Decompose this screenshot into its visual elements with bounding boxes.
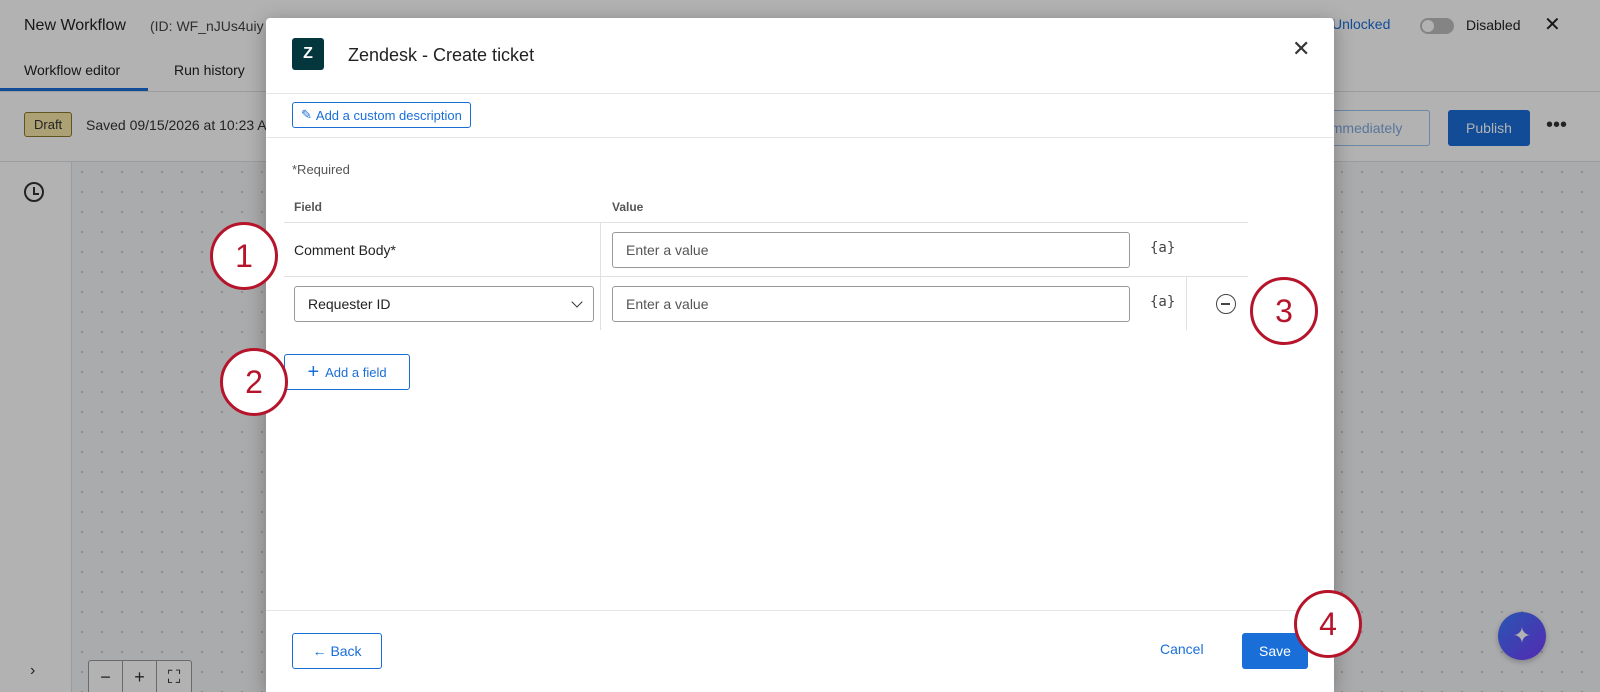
- column-divider: [1186, 276, 1187, 330]
- requester-id-value-input[interactable]: [612, 286, 1130, 322]
- table-divider: [284, 222, 1248, 223]
- add-field-label: Add a field: [325, 364, 387, 380]
- required-note: *Required: [292, 162, 350, 177]
- callout-2: 2: [220, 348, 288, 416]
- field-name-comment-body: Comment Body*: [294, 242, 396, 258]
- chevron-down-icon: [571, 296, 583, 308]
- table-divider: [284, 276, 1248, 277]
- column-header-field: Field: [294, 200, 323, 214]
- zendesk-logo-icon: Z: [292, 38, 324, 70]
- close-icon[interactable]: ✕: [1292, 38, 1310, 60]
- add-custom-description-label: Add a custom description: [315, 107, 462, 123]
- field-select-value: Requester ID: [308, 296, 391, 312]
- arrow-left-icon: ←: [312, 643, 327, 659]
- piped-text-icon[interactable]: {a}: [1150, 294, 1175, 310]
- modal-title: Zendesk - Create ticket: [348, 45, 535, 65]
- comment-body-value-input[interactable]: [612, 232, 1130, 268]
- remove-circle-icon[interactable]: [1216, 294, 1236, 314]
- callout-3: 3: [1250, 277, 1318, 345]
- callout-1: 1: [210, 222, 278, 290]
- column-divider: [600, 222, 601, 330]
- back-button[interactable]: ← Back: [292, 633, 382, 669]
- description-row: ✎ Add a custom description: [266, 94, 1334, 138]
- piped-text-icon[interactable]: {a}: [1150, 240, 1175, 256]
- modal-footer: ← Back Cancel Save: [266, 610, 1334, 692]
- zendesk-create-ticket-dialog: Z Zendesk - Create ticket ✕ ✎ Add a cust…: [266, 18, 1334, 692]
- back-label: Back: [330, 643, 362, 659]
- add-field-button[interactable]: + Add a field: [284, 354, 410, 390]
- callout-4: 4: [1294, 590, 1362, 658]
- add-custom-description-button[interactable]: ✎ Add a custom description: [292, 102, 471, 128]
- edit-icon: ✎: [301, 107, 312, 122]
- cancel-button[interactable]: Cancel: [1160, 641, 1204, 657]
- column-header-value: Value: [612, 200, 644, 214]
- field-select-requester-id[interactable]: Requester ID: [294, 286, 594, 322]
- plus-icon: +: [307, 361, 320, 383]
- modal-header: Z Zendesk - Create ticket ✕: [266, 18, 1334, 94]
